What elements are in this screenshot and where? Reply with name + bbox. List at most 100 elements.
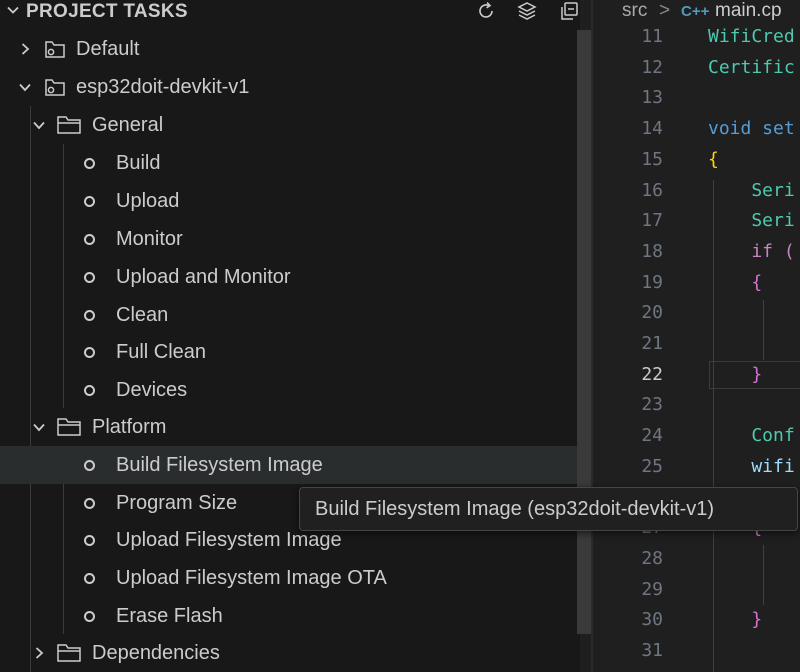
breadcrumb-file[interactable]: main.cp	[715, 0, 782, 22]
line-number: 28	[641, 547, 663, 569]
collapse-all-icon	[558, 0, 580, 27]
collapse-all-button[interactable]	[556, 0, 580, 26]
breadcrumb: src > C++ main.cp	[593, 0, 800, 26]
code-line: }	[708, 609, 763, 631]
task-label: Erase Flash	[116, 604, 223, 627]
task-circle-icon	[84, 233, 95, 245]
code-line: Seri	[708, 179, 795, 201]
task-circle-icon	[84, 309, 95, 321]
code-line: wifi	[708, 455, 795, 477]
task-circle-icon	[84, 610, 95, 622]
project-env-icon	[42, 38, 68, 60]
task-label: Build Filesystem Image	[116, 453, 323, 476]
line-number: 29	[641, 578, 663, 600]
task-upload-and-monitor[interactable]: Upload and Monitor	[0, 258, 580, 296]
breadcrumb-folder[interactable]: src	[622, 0, 647, 22]
task-full-clean[interactable]: Full Clean	[0, 333, 580, 371]
task-label: Upload Filesystem Image OTA	[116, 566, 387, 589]
task-label: Upload Filesystem Image	[116, 528, 342, 551]
tree-item-esp32doit-devkit-v1[interactable]: esp32doit-devkit-v1	[0, 68, 580, 106]
line-number: 23	[641, 394, 663, 416]
task-tooltip: Build Filesystem Image (esp32doit-devkit…	[299, 487, 798, 531]
tree-item-label: Platform	[92, 415, 167, 438]
code-editor[interactable]: src > C++ main.cp 11 WifiCred 12 Certific 13…	[593, 0, 800, 672]
task-clean[interactable]: Clean	[0, 296, 580, 334]
task-upload-filesystem-image-ota[interactable]: Upload Filesystem Image OTA	[0, 559, 580, 597]
folder-icon	[56, 416, 82, 438]
task-circle-icon	[84, 157, 95, 169]
task-build-filesystem-image[interactable]: Build Filesystem Image	[0, 446, 580, 484]
task-monitor[interactable]: Monitor	[0, 220, 580, 258]
panel-header: PROJECT TASKS	[0, 0, 580, 26]
cpp-file-icon: C++	[681, 3, 710, 20]
tree-item-label: General	[92, 113, 164, 136]
panel-title[interactable]: PROJECT TASKS	[6, 1, 188, 23]
tree-item-label: Dependencies	[92, 641, 220, 664]
line-number: 25	[641, 455, 663, 477]
chevron-right-icon: >	[659, 0, 671, 21]
task-label: Clean	[116, 303, 169, 326]
refresh-button[interactable]	[473, 0, 499, 26]
task-label: Upload	[116, 189, 180, 212]
code-line: {	[708, 148, 719, 170]
line-number: 16	[641, 179, 663, 201]
refresh-icon	[475, 0, 497, 27]
project-tasks-panel: PROJECT TASKS Default esp32doit-devkit-v…	[0, 0, 580, 672]
line-number: 20	[641, 302, 663, 324]
task-circle-icon	[84, 384, 95, 396]
task-build[interactable]: Build	[0, 144, 580, 182]
line-number: 31	[641, 640, 663, 661]
line-number: 12	[641, 56, 663, 78]
line-number: 18	[641, 240, 663, 262]
tree-item-default[interactable]: Default	[0, 30, 580, 68]
code-line: Seri	[708, 210, 795, 232]
task-circle-icon	[84, 534, 95, 546]
line-number: 22	[641, 363, 663, 385]
project-env-icon	[42, 76, 68, 98]
panel-title-text: PROJECT TASKS	[26, 1, 188, 22]
task-label: Program Size	[116, 491, 238, 514]
tree-item-platform[interactable]: Platform	[0, 408, 580, 446]
indent-guide	[763, 300, 764, 360]
task-label: Full Clean	[116, 340, 207, 363]
line-number: 30	[641, 609, 663, 631]
chevron-down-icon	[28, 416, 50, 438]
task-circle-icon	[84, 346, 95, 358]
indent-guide	[763, 545, 764, 605]
tree-item-dependencies[interactable]: Dependencies	[0, 634, 580, 672]
chevron-right-icon	[28, 642, 50, 664]
tree-item-label: esp32doit-devkit-v1	[76, 75, 250, 98]
task-upload[interactable]: Upload	[0, 182, 580, 220]
line-number: 15	[641, 148, 663, 170]
tree-item-label: Default	[76, 37, 140, 60]
chevron-down-icon	[14, 76, 36, 98]
task-devices[interactable]: Devices	[0, 371, 580, 409]
code-line: if (	[708, 240, 795, 262]
code-line: Certific	[708, 56, 795, 78]
line-number: 19	[641, 271, 663, 293]
code-line: void set	[708, 118, 795, 140]
line-number: 14	[641, 118, 663, 140]
code-line: }	[708, 363, 763, 385]
task-circle-icon	[84, 572, 95, 584]
task-erase-flash[interactable]: Erase Flash	[0, 597, 580, 635]
layers-button[interactable]	[514, 0, 540, 26]
folder-icon	[56, 114, 82, 136]
folder-icon	[56, 642, 82, 664]
line-number: 11	[641, 26, 663, 47]
chevron-right-icon	[14, 38, 36, 60]
code-line: WifiCred	[708, 26, 795, 47]
tree-item-general[interactable]: General	[0, 106, 580, 144]
tooltip-text: Build Filesystem Image (esp32doit-devkit…	[315, 497, 715, 520]
task-label: Build	[116, 151, 161, 174]
task-circle-icon	[84, 497, 95, 509]
task-circle-icon	[84, 195, 95, 207]
task-circle-icon	[84, 459, 95, 471]
line-number: 17	[641, 210, 663, 232]
sidebar-scrollbar[interactable]	[577, 30, 591, 634]
task-circle-icon	[84, 271, 95, 283]
task-label: Devices	[116, 378, 188, 401]
line-number: 24	[641, 425, 663, 447]
code-line: Conf	[708, 425, 795, 447]
line-number: 21	[641, 333, 663, 354]
